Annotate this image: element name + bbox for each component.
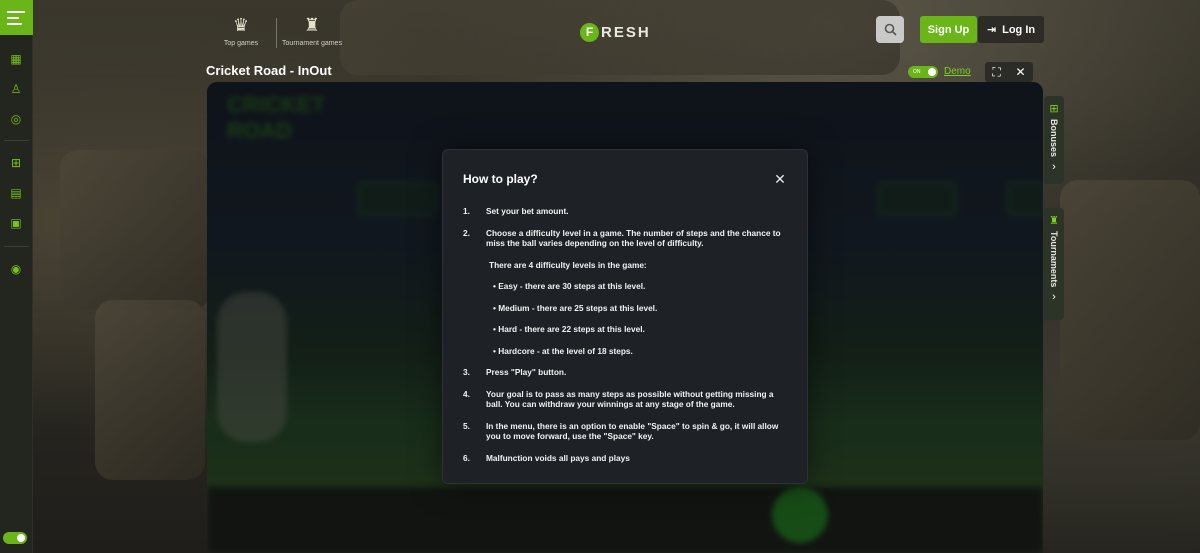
list-item: 2. Choose a difficulty level in a game. … — [463, 228, 787, 249]
chevron-right-icon: › — [1052, 161, 1056, 174]
tournaments-tab[interactable]: ♜ Tournaments › — [1044, 208, 1064, 320]
chat-icon[interactable]: ▣ — [6, 215, 26, 231]
nav-tournament-games-label: Tournament games — [282, 40, 342, 47]
step-text: Malfunction voids all pays and plays — [486, 452, 630, 463]
list-item: 6. Malfunction voids all pays and plays — [463, 453, 787, 464]
background-rock — [95, 300, 205, 480]
list-item: 4. Your goal is to pass as many steps as… — [463, 389, 787, 410]
level-item: • Easy - there are 30 steps at this leve… — [493, 281, 646, 291]
menu-button[interactable] — [0, 0, 33, 35]
rail-divider — [4, 246, 29, 247]
step-text: In the menu, there is an option to enabl… — [486, 420, 779, 442]
levels-intro: There are 4 difficulty levels in the gam… — [489, 259, 647, 270]
step-text: Your goal is to pass as many steps as po… — [486, 388, 774, 410]
vip-icon[interactable]: ◉ — [6, 261, 26, 277]
bonuses-tab[interactable]: ⊞ Bonuses › — [1044, 96, 1064, 184]
step-number: 4. — [463, 388, 470, 399]
demo-link[interactable]: Demo — [944, 66, 971, 77]
background-rock — [60, 150, 210, 310]
step-number: 5. — [463, 420, 470, 431]
step-number: 3. — [463, 367, 470, 377]
bonuses-label: Bonuses — [1049, 119, 1059, 158]
menu-icon-line — [7, 16, 19, 19]
rail-divider — [4, 140, 29, 141]
live-icon[interactable]: ◎ — [6, 111, 26, 127]
left-rail: ▦ ♙ ◎ ⊞ ▤ ▣ ◉ — [0, 0, 33, 553]
top-games-icon: ♛ — [232, 15, 250, 35]
game-title: Cricket Road - InOut — [206, 63, 332, 78]
background-rock — [1060, 180, 1200, 440]
game-controls: ⛶ ✕ — [985, 62, 1033, 82]
brand-logo[interactable]: F RESH — [580, 22, 651, 42]
log-in-label: Log In — [1002, 23, 1036, 36]
nav-top-games-label: Top games — [223, 40, 259, 47]
chevron-right-icon: › — [1052, 291, 1056, 304]
tournaments-label: Tournaments — [1049, 231, 1059, 288]
gift-icon: ⊞ — [1049, 103, 1059, 115]
steps-list: 1. Set your bet amount. 2. Choose a diff… — [463, 206, 787, 463]
theme-toggle[interactable] — [3, 532, 27, 544]
menu-icon-line — [7, 10, 25, 13]
search-button[interactable] — [876, 16, 904, 43]
nav-top-games[interactable]: ♛ Top games — [211, 14, 271, 47]
step-number: 2. — [463, 227, 470, 238]
sign-up-button[interactable]: Sign Up — [920, 16, 977, 43]
step-text: Press "Play" button. — [486, 367, 567, 377]
step-number: 1. — [463, 206, 470, 216]
list-item: 1. Set your bet amount. — [463, 206, 787, 217]
level-item: • Hard - there are 22 steps at this leve… — [493, 324, 645, 334]
trophy-icon: ♜ — [1049, 215, 1059, 227]
trophy-icon: ♜ — [303, 15, 321, 35]
search-icon — [884, 23, 897, 36]
logo-letter: F — [580, 22, 599, 42]
slots-icon[interactable]: ▦ — [6, 51, 26, 67]
logo-text: RESH — [601, 23, 651, 41]
close-icon[interactable]: ✕ — [773, 172, 787, 186]
login-icon: ⇥ — [986, 24, 997, 36]
demo-toggle[interactable]: ON — [908, 66, 938, 78]
menu-icon-line — [7, 22, 22, 25]
fullscreen-icon[interactable]: ⛶ — [992, 65, 1000, 80]
modal-title: How to play? — [463, 172, 538, 186]
level-item: • Medium - there are 25 steps at this le… — [493, 302, 658, 313]
nav-divider — [276, 18, 277, 48]
nav-tournament-games[interactable]: ♜ Tournament games — [282, 14, 342, 47]
log-in-button[interactable]: ⇥ Log In — [978, 16, 1044, 43]
calendar-icon[interactable]: ▤ — [6, 185, 26, 201]
step-text: Set your bet amount. — [486, 206, 569, 216]
close-game-icon[interactable]: ✕ — [1016, 65, 1026, 79]
step-text: Choose a difficulty level in a game. The… — [486, 227, 781, 249]
list-item: 5. In the menu, there is an option to en… — [463, 421, 787, 442]
list-item: 3. Press "Play" button. — [463, 367, 787, 378]
gift-icon[interactable]: ⊞ — [6, 155, 26, 171]
lock-icon[interactable]: ♙ — [6, 81, 26, 97]
level-item: • Hardcore - at the level of 18 steps. — [493, 345, 633, 356]
how-to-play-modal: How to play? ✕ 1. Set your bet amount. 2… — [442, 149, 808, 484]
step-number: 6. — [463, 452, 470, 463]
